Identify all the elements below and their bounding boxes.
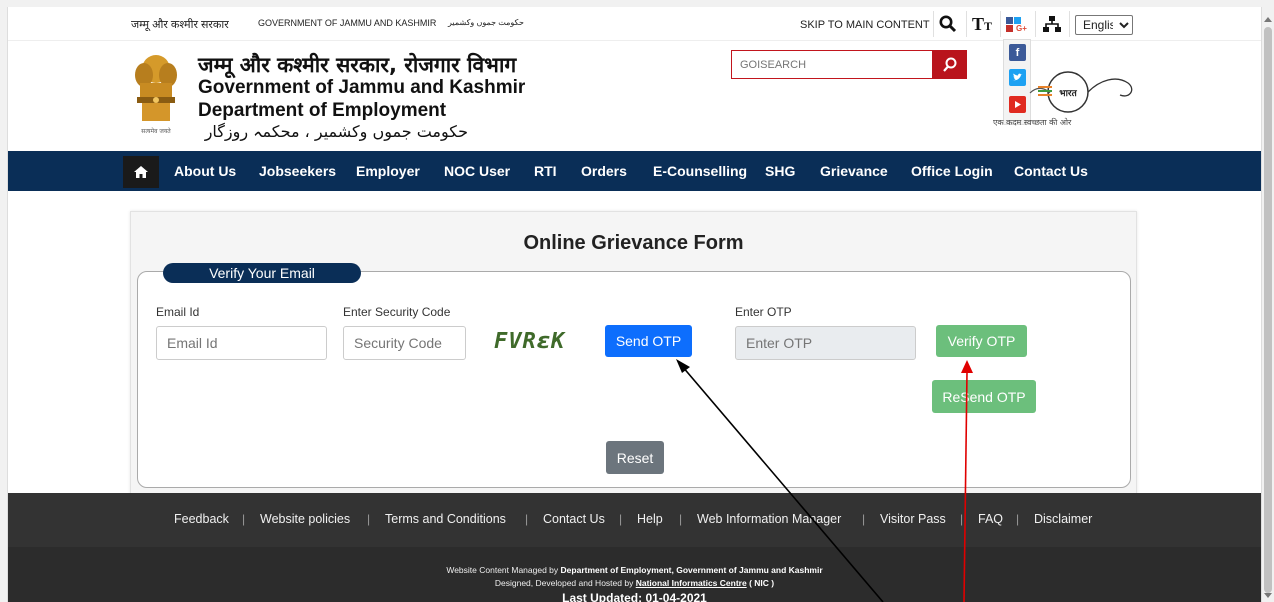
divider — [1069, 11, 1070, 37]
nic-abbrev: ( NIC ) — [749, 578, 775, 588]
search-button[interactable] — [932, 50, 967, 79]
divider — [1000, 11, 1001, 37]
top-utility-bar: जम्मू और कश्मीर सरकार GOVERNMENT OF JAMM… — [8, 7, 1261, 41]
otp-field[interactable] — [735, 326, 916, 360]
skip-to-main-link[interactable]: SKIP TO MAIN CONTENT — [800, 19, 930, 31]
managed-prefix: Website Content Managed by — [446, 565, 559, 575]
search-icon[interactable] — [936, 13, 960, 35]
divider — [966, 11, 967, 37]
text-size-icon[interactable]: TT — [970, 13, 994, 35]
footer-link-website-policies[interactable]: Website policies — [260, 512, 350, 526]
youtube-icon[interactable] — [1009, 96, 1026, 113]
captcha-image: FVRɛK — [494, 329, 566, 354]
page-scrollbar[interactable] — [1262, 7, 1274, 602]
footer-hosted-by: Designed, Developed and Hosted by Nation… — [8, 578, 1261, 588]
nav-grievance[interactable]: Grievance — [820, 163, 888, 179]
email-label: Email Id — [156, 305, 200, 319]
gov-name-hindi: जम्मू और कश्मीर सरकार — [131, 19, 229, 31]
divider: | — [1016, 512, 1020, 526]
send-otp-button[interactable]: Send OTP — [605, 325, 692, 357]
language-select[interactable]: English — [1075, 15, 1133, 35]
divider: | — [242, 512, 246, 526]
sitemap-icon[interactable] — [1040, 13, 1064, 35]
security-code-label: Enter Security Code — [343, 305, 451, 319]
divider — [1035, 11, 1036, 37]
email-field[interactable] — [156, 326, 327, 360]
swachh-bharat-label: भारत — [1059, 89, 1077, 99]
divider — [933, 11, 934, 37]
footer-link-web-info-manager[interactable]: Web Information Manager — [697, 512, 841, 526]
footer-link-faq[interactable]: FAQ — [978, 512, 1003, 526]
form-title: Online Grievance Form — [523, 232, 744, 254]
gov-name-english: GOVERNMENT OF JAMMU AND KASHMIR — [258, 18, 437, 28]
gov-name-urdu: حکومت جموں وکشمیر — [448, 18, 524, 27]
nav-e-counselling[interactable]: E-Counselling — [653, 163, 747, 179]
divider: | — [619, 512, 623, 526]
footer-link-contact-us[interactable]: Contact Us — [543, 512, 605, 526]
header-title-hindi: जम्मू और कश्मीर सरकार, रोजगार विभाग — [198, 53, 517, 77]
footer-link-terms[interactable]: Terms and Conditions — [385, 512, 506, 526]
goi-search-box — [731, 50, 967, 79]
grievance-form-card: Online Grievance Form Verify Your Email … — [130, 211, 1137, 501]
twitter-icon[interactable] — [1009, 69, 1026, 86]
svg-text:G+: G+ — [1016, 24, 1027, 33]
footer-bottom: Website Content Managed by Department of… — [8, 547, 1261, 602]
national-emblem-logo: सत्यमेव जयते — [128, 51, 184, 137]
nav-rti[interactable]: RTI — [534, 163, 557, 179]
footer-managed-by: Website Content Managed by Department of… — [8, 565, 1261, 575]
scroll-up-icon[interactable] — [1264, 17, 1272, 22]
emblem-caption: सत्यमेव जयते — [141, 127, 171, 135]
main-nav: About Us Jobseekers Employer NOC User RT… — [8, 151, 1261, 191]
reset-button[interactable]: Reset — [606, 441, 664, 474]
goi-search-input[interactable] — [732, 51, 932, 78]
divider: | — [367, 512, 371, 526]
social-share-icon[interactable]: G+ — [1004, 13, 1028, 35]
header-title-english-line1: Government of Jammu and Kashmir — [198, 77, 526, 98]
footer-link-visitor-pass[interactable]: Visitor Pass — [880, 512, 946, 526]
verify-otp-button[interactable]: Verify OTP — [936, 325, 1027, 357]
nav-employer[interactable]: Employer — [356, 163, 420, 179]
hosted-prefix: Designed, Developed and Hosted by — [494, 578, 634, 588]
resend-otp-button[interactable]: ReSend OTP — [932, 380, 1036, 413]
footer-link-disclaimer[interactable]: Disclaimer — [1034, 512, 1092, 526]
nav-about-us[interactable]: About Us — [174, 163, 236, 179]
footer-link-help[interactable]: Help — [637, 512, 663, 526]
nav-office-login[interactable]: Office Login — [911, 163, 993, 179]
facebook-icon[interactable]: f — [1009, 44, 1026, 61]
nav-contact-us[interactable]: Contact Us — [1014, 163, 1088, 179]
header-title-english-line2: Department of Employment — [198, 100, 447, 121]
nav-orders[interactable]: Orders — [581, 163, 627, 179]
header-title-urdu: حکومت جموں وکشمیر ، محکمہ روزگار — [204, 122, 468, 141]
divider: | — [862, 512, 866, 526]
social-links-panel: f — [1003, 39, 1031, 125]
footer-link-feedback[interactable]: Feedback — [174, 512, 229, 526]
search-icon — [942, 57, 956, 72]
nav-jobseekers[interactable]: Jobseekers — [259, 163, 336, 179]
footer-links-bar: Feedback | Website policies | Terms and … — [8, 493, 1261, 547]
divider: | — [525, 512, 529, 526]
nic-link[interactable]: National Informatics Centre — [636, 578, 747, 588]
scroll-down-icon[interactable] — [1264, 593, 1272, 598]
swachh-bharat-tagline: एक कदम स्वच्छता की ओर — [993, 118, 1072, 127]
scroll-thumb[interactable] — [1264, 27, 1272, 593]
managed-by-org: Department of Employment, Government of … — [560, 565, 823, 575]
divider: | — [679, 512, 683, 526]
page: जम्मू और कश्मीर सरकार GOVERNMENT OF JAMM… — [7, 7, 1262, 602]
nav-noc-user[interactable]: NOC User — [444, 163, 510, 179]
divider: | — [960, 512, 964, 526]
last-updated: Last Updated: 01-04-2021 — [562, 591, 707, 602]
security-code-field[interactable] — [343, 326, 466, 360]
nav-shg[interactable]: SHG — [765, 163, 795, 179]
otp-label: Enter OTP — [735, 305, 792, 319]
home-icon[interactable] — [123, 156, 159, 188]
verify-email-legend: Verify Your Email — [163, 263, 361, 283]
